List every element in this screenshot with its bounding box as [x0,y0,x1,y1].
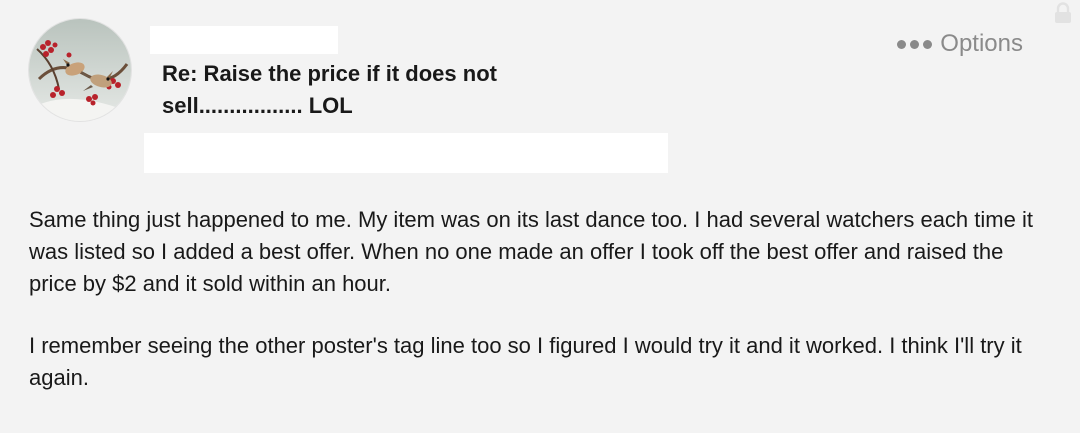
avatar-image [29,19,131,121]
author-name-redacted [150,26,338,54]
post-subject: Re: Raise the price if it does not sell.… [162,61,497,118]
options-label: Options [940,30,1023,57]
post-meta-redacted [144,133,668,173]
post-paragraph: I remember seeing the other poster's tag… [29,333,1022,390]
lock-icon [1055,2,1071,23]
post-body: Same thing just happened to me. My item … [29,204,1049,424]
post-paragraph: Same thing just happened to me. My item … [29,207,1033,296]
avatar[interactable] [29,19,131,121]
more-dots-icon [897,39,933,49]
options-button[interactable]: Options [897,30,1023,58]
